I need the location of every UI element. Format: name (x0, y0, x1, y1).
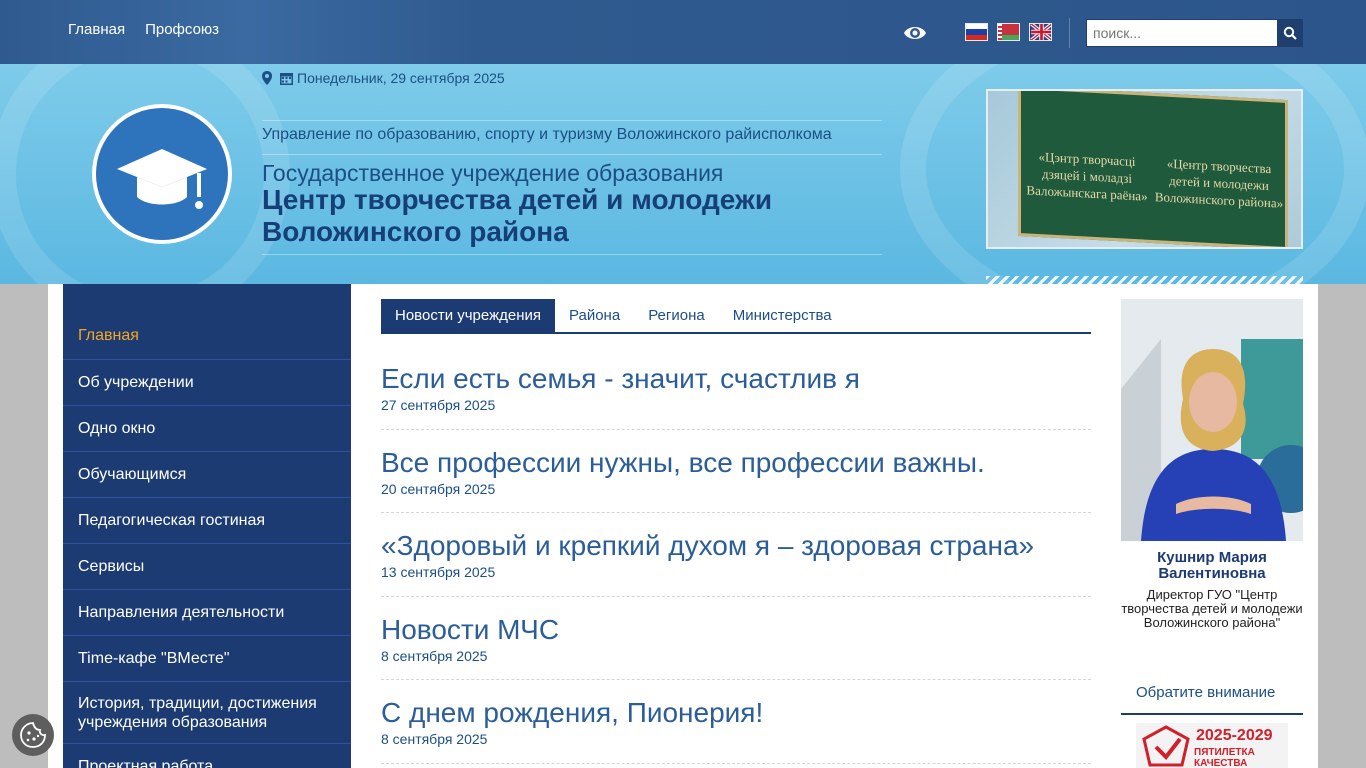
plaque-text-by: «Цэнтр творчасці дзяцей і моладзі Валожы… (1026, 148, 1148, 204)
site-logo[interactable] (92, 104, 232, 244)
tab-region-news[interactable]: Региона (634, 299, 719, 332)
news-title-link[interactable]: Все профессии нужны, все профессии важны… (381, 447, 1091, 479)
institution-name-line1: Центр творчества детей и молодежи (262, 184, 773, 215)
news-title-link[interactable]: «Здоровый и крепкий духом я – здоровая с… (381, 530, 1091, 562)
top-menu-union-link[interactable]: Профсоюз (145, 21, 219, 38)
director-name: Кушнир Мария Валентиновна (1157, 549, 1267, 582)
divider (262, 120, 882, 121)
institution-type: Государственное учреждение образования (262, 160, 724, 186)
plaque-text-ru: «Центр творчества детей и молодежи Волож… (1154, 155, 1284, 211)
news-date: 8 сентября 2025 (381, 731, 488, 747)
cookie-settings-button[interactable] (12, 714, 54, 756)
news-item: С днем рождения, Пионерия! 8 сентября 20… (381, 680, 1091, 764)
sidebar-item-time-cafe[interactable]: Time-кафе "ВМесте" (63, 635, 351, 681)
divider (262, 254, 882, 255)
calendar-icon (280, 72, 293, 85)
sidebar-item-services[interactable]: Сервисы (63, 543, 351, 589)
current-date: Понедельник, 29 сентября 2025 (297, 70, 505, 86)
search-box (1086, 19, 1303, 47)
sidebar-item-history[interactable]: История, традиции, достижения учреждения… (63, 681, 351, 743)
news-date: 8 сентября 2025 (381, 647, 488, 664)
search-icon (1283, 26, 1297, 40)
news-item: «Здоровый и крепкий духом я – здоровая с… (381, 513, 1091, 597)
banner-years: 2025-2029 (1196, 727, 1273, 744)
news-item: Новости МЧС 8 сентября 2025 (381, 597, 1091, 680)
top-menu-home-link[interactable]: Главная (68, 21, 125, 38)
eye-icon[interactable] (903, 22, 927, 44)
date-line: Понедельник, 29 сентября 2025 (262, 70, 505, 86)
news-title-link[interactable]: С днем рождения, Пионерия! (381, 697, 1091, 729)
news-date: 20 сентября 2025 (381, 480, 496, 497)
quality-five-year-banner[interactable]: 2025-2029 ПЯТИЛЕТКА КАЧЕСТВА (1136, 723, 1288, 768)
news-title-link[interactable]: Если есть семья - значит, счастлив я (381, 363, 1091, 395)
sidebar-item-pedagogical-lounge[interactable]: Педагогическая гостиная (63, 497, 351, 543)
parent-organization: Управление по образованию, спорту и тури… (262, 126, 832, 143)
sidebar-item-projects[interactable]: Проектная работа (63, 743, 351, 768)
building-plaque-photo: «Цэнтр творчасці дзяцей і моладзі Валожы… (986, 89, 1303, 249)
divider (262, 154, 882, 155)
cookie-icon (20, 722, 46, 748)
news-item: Все профессии нужны, все профессии важны… (381, 430, 1091, 513)
top-navigation-bar: Главная Профсоюз (0, 0, 1366, 64)
top-menu: Главная Профсоюз (68, 21, 219, 38)
institution-name: Центр творчества детей и молодежи Воложи… (262, 184, 772, 248)
sidebar-item-one-window[interactable]: Одно окно (63, 405, 351, 451)
header-banner: Понедельник, 29 сентября 2025 Управление… (0, 64, 1366, 284)
director-portrait (1121, 299, 1303, 541)
belarus-emblem-icon (1142, 725, 1190, 767)
institution-name-line2: Воложинского района (262, 216, 569, 247)
director-photo[interactable] (1121, 299, 1303, 541)
sidebar-item-activities[interactable]: Направления деятельности (63, 589, 351, 635)
flag-ru-icon[interactable] (965, 23, 988, 41)
sidebar-item-about[interactable]: Об учреждении (63, 359, 351, 405)
sidebar-item-students[interactable]: Обучающимся (63, 451, 351, 497)
divider (1069, 18, 1070, 48)
tab-institution-news[interactable]: Новости учреждения (381, 299, 555, 332)
plaque: «Цэнтр творчасці дзяцей і моладзі Валожы… (1018, 91, 1288, 247)
news-title-link[interactable]: Новости МЧС (381, 614, 1091, 646)
sidebar-menu: Главная Об учреждении Одно окно Обучающи… (63, 284, 351, 768)
search-input[interactable] (1087, 20, 1277, 46)
news-item: Если есть семья - значит, счастлив я 27 … (381, 346, 1091, 430)
search-button[interactable] (1277, 20, 1302, 46)
news-date: 13 сентября 2025 (381, 564, 496, 580)
attention-heading: Обратите внимание (1121, 684, 1303, 715)
flag-by-icon[interactable] (997, 23, 1020, 41)
banner-text: ПЯТИЛЕТКА КАЧЕСТВА (1194, 747, 1255, 768)
graduation-cap-icon (117, 149, 207, 209)
news-tabs: Новости учреждения Района Региона Минист… (381, 299, 1091, 334)
map-marker-icon (262, 71, 272, 85)
flag-en-icon[interactable] (1029, 23, 1052, 41)
director-position: Директор ГУО "Центр творчества детей и м… (1121, 587, 1303, 630)
language-switcher (965, 23, 1052, 41)
tab-district-news[interactable]: Района (555, 299, 634, 332)
decor-stripes (986, 276, 1303, 284)
news-date: 27 сентября 2025 (381, 397, 496, 413)
tab-ministry-news[interactable]: Министерства (719, 299, 846, 332)
news-list: Если есть семья - значит, счастлив я 27 … (381, 346, 1091, 764)
sidebar-item-home[interactable]: Главная (63, 313, 351, 359)
